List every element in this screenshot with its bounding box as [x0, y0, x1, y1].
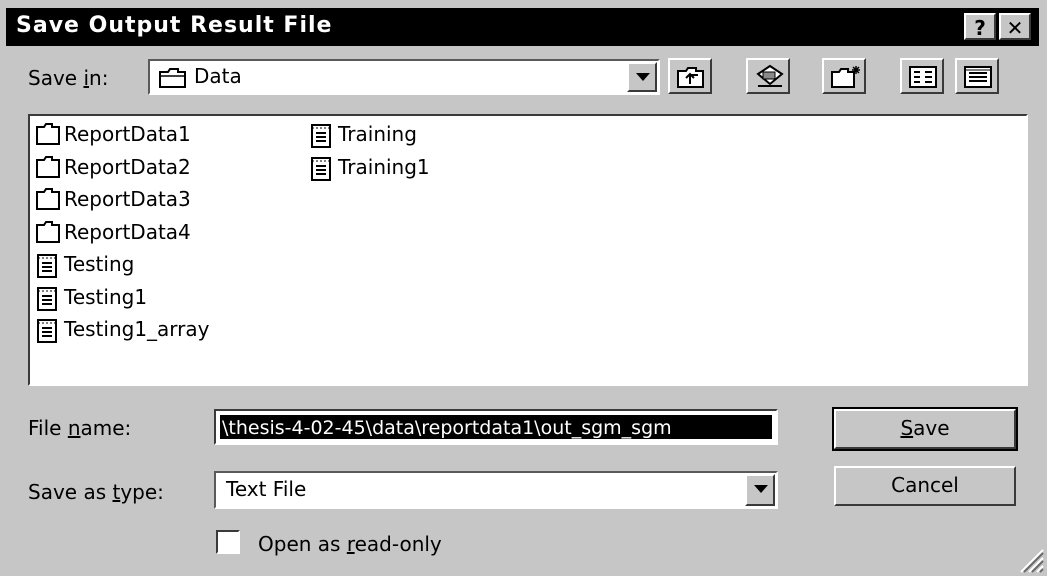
close-button[interactable]: ✕ [999, 13, 1031, 40]
save-as-type-dropdown-arrow[interactable] [745, 474, 775, 506]
dialog-title: Save Output Result File [16, 13, 333, 38]
details-view-icon [964, 66, 992, 88]
folder-icon [159, 68, 186, 88]
list-view-icon [909, 66, 937, 88]
details-view-button[interactable] [955, 58, 999, 94]
up-one-level-icon [677, 67, 704, 88]
file-name-label: File name: [28, 416, 132, 440]
text-file-icon [37, 254, 57, 278]
help-button[interactable]: ? [964, 13, 996, 40]
file-item-name: Testing1_array [64, 317, 210, 341]
file-item-name: ReportData3 [64, 187, 191, 211]
new-folder-button[interactable] [822, 58, 866, 94]
save-in-label: Save in: [28, 66, 109, 90]
cancel-button[interactable]: Cancel [834, 466, 1016, 506]
save-as-type-dropdown[interactable]: Text File [214, 471, 778, 509]
save-in-dropdown[interactable]: Data [148, 59, 660, 95]
file-name-input[interactable]: \thesis-4-02-45\data\reportdata1\out_sgm… [214, 409, 778, 445]
save-in-value: Data [194, 64, 242, 88]
file-item-name: ReportData2 [64, 154, 191, 179]
file-item-name: ReportData1 [64, 122, 191, 146]
folder-icon [36, 188, 60, 210]
title-bar[interactable]: Save Output Result File ? ✕ [6, 8, 1039, 46]
read-only-checkbox[interactable] [216, 530, 240, 554]
up-one-level-button[interactable] [668, 58, 712, 94]
resize-grip-icon[interactable] [1015, 544, 1045, 574]
file-item-name: Testing1 [64, 284, 148, 309]
save-as-type-value: Text File [226, 477, 307, 501]
text-file-icon [311, 156, 331, 181]
text-file-icon [37, 286, 57, 311]
file-item-name: Training [338, 122, 417, 146]
file-item-name: Testing [64, 252, 135, 276]
file-item-name: ReportData4 [64, 219, 191, 244]
text-file-icon [37, 319, 57, 343]
file-name-value: \thesis-4-02-45\data\reportdata1\out_sgm… [220, 415, 772, 439]
folder-icon [36, 220, 60, 243]
save-dialog: Save Output Result File ? ✕ Save in: Dat… [0, 0, 1047, 576]
new-folder-icon [831, 66, 860, 88]
file-item-name: Training1 [338, 154, 430, 179]
read-only-label[interactable]: Open as read-only [258, 532, 442, 556]
list-view-button[interactable] [900, 58, 944, 94]
text-file-icon [311, 124, 331, 148]
save-in-dropdown-arrow[interactable] [627, 62, 657, 92]
folder-icon [36, 123, 60, 145]
desktop-button[interactable] [746, 58, 790, 94]
folder-icon [36, 155, 60, 178]
save-as-type-label: Save as type: [28, 480, 164, 504]
file-list[interactable]: ReportData1 ReportData2 ReportData3 ReportD… [28, 114, 1028, 386]
save-button[interactable]: Save [832, 407, 1018, 451]
desktop-icon [756, 64, 784, 87]
